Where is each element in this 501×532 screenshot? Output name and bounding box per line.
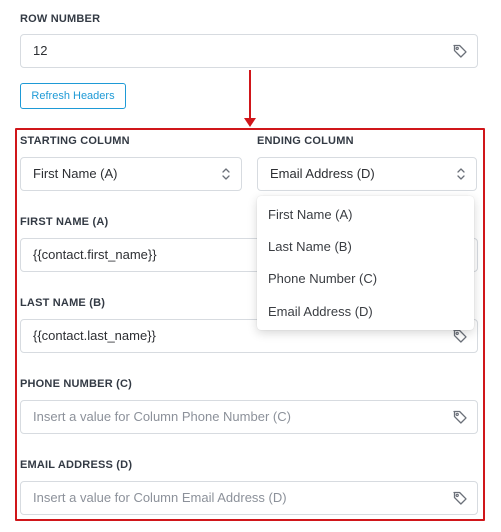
email-address-placeholder: Insert a value for Column Email Address … [33, 490, 287, 505]
last-name-value: {{contact.last_name}} [33, 328, 156, 343]
tag-icon[interactable] [452, 43, 468, 59]
dropdown-option[interactable]: First Name (A) [268, 207, 353, 222]
ending-column-value: Email Address (D) [270, 166, 375, 181]
email-address-label: EMAIL ADDRESS (D) [20, 459, 133, 471]
phone-number-placeholder: Insert a value for Column Phone Number (… [33, 409, 291, 424]
first-name-value: {{contact.first_name}} [33, 247, 157, 262]
tag-icon[interactable] [452, 409, 468, 425]
first-name-label: FIRST NAME (A) [20, 216, 109, 228]
annotation-arrow-line [249, 70, 251, 120]
refresh-headers-button[interactable]: Refresh Headers [20, 83, 126, 109]
ending-column-label: ENDING COLUMN [257, 135, 354, 147]
row-number-value: 12 [33, 43, 48, 58]
row-number-input[interactable]: 12 [20, 34, 478, 68]
ending-column-dropdown: First Name (A) Last Name (B) Phone Numbe… [257, 196, 474, 330]
dropdown-option[interactable]: Phone Number (C) [268, 271, 377, 286]
phone-number-input[interactable]: Insert a value for Column Phone Number (… [20, 400, 478, 434]
ending-column-select[interactable]: Email Address (D) [257, 157, 477, 191]
dropdown-option[interactable]: Email Address (D) [268, 304, 373, 319]
tag-icon[interactable] [452, 328, 468, 344]
email-address-input[interactable]: Insert a value for Column Email Address … [20, 481, 478, 515]
chevron-updown-icon [222, 168, 230, 180]
starting-column-value: First Name (A) [33, 166, 118, 181]
tag-icon[interactable] [452, 490, 468, 506]
dropdown-option[interactable]: Last Name (B) [268, 239, 352, 254]
chevron-updown-icon [457, 168, 465, 180]
last-name-label: LAST NAME (B) [20, 297, 106, 309]
phone-number-label: PHONE NUMBER (C) [20, 378, 132, 390]
row-number-label: ROW NUMBER [20, 13, 101, 25]
starting-column-select[interactable]: First Name (A) [20, 157, 242, 191]
arrow-down-icon [244, 118, 256, 127]
starting-column-label: STARTING COLUMN [20, 135, 130, 147]
